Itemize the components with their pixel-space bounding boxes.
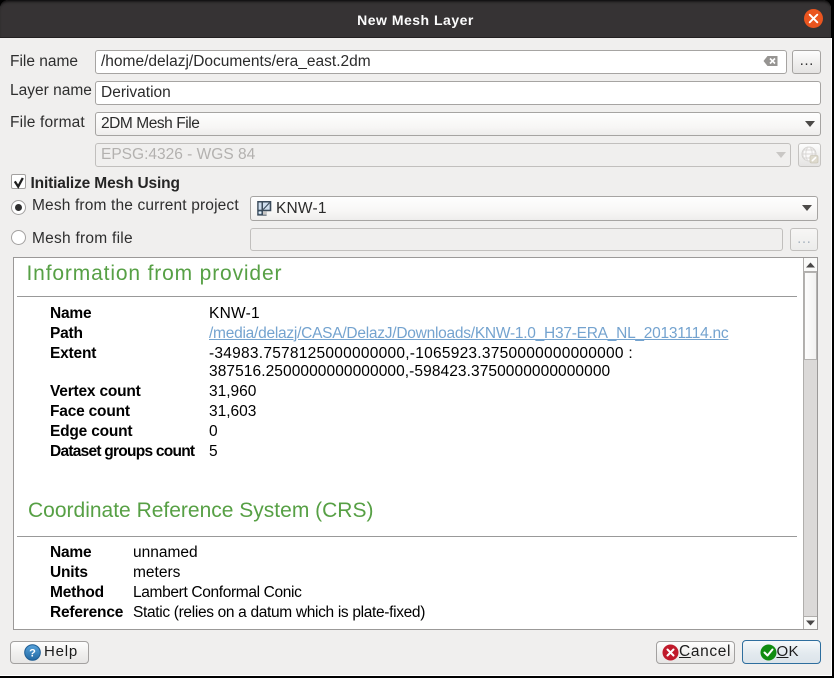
svg-text:?: ? [29, 648, 36, 660]
